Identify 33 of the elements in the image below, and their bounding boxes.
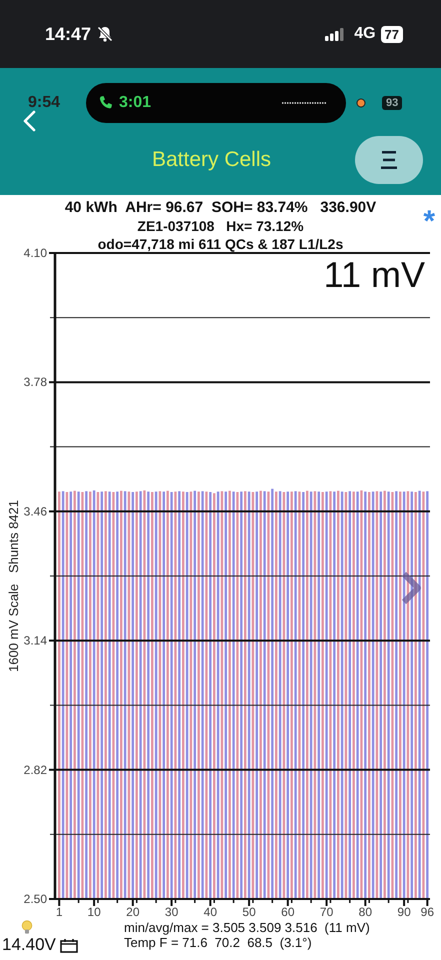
stats-line: min/avg/max = 3.505 3.509 3.516 (11 mV) [123, 920, 370, 935]
call-pill[interactable]: 3:01 [86, 83, 346, 123]
tick-label: 10 [87, 905, 101, 919]
tick-label: 3.14 [24, 634, 47, 648]
axis-title: 1600 mV Scale Shunts 8421 [6, 500, 21, 672]
tick-label: 40 [204, 905, 217, 919]
tick-label: 2.82 [24, 762, 47, 777]
summary-line: ZE1-037108 Hx= 73.12% [137, 217, 304, 235]
tick-label: 50 [242, 905, 256, 919]
tick-label: 30 [164, 905, 178, 919]
temperature-line: Temp F = 71.6 70.2 68.5 (3.1°) [123, 935, 312, 950]
tick-label: 1 [56, 905, 63, 919]
tick-label: 2.50 [24, 892, 47, 906]
tick-label: 20 [126, 905, 140, 919]
network-label: 4G [354, 25, 376, 43]
tick-label: 3.46 [24, 504, 47, 518]
tick-label: 96 [420, 905, 434, 919]
summary-line: odo=47,718 mi 611 QCs & 187 L1/L2s [98, 235, 344, 253]
voltage-reading: 14.40V [2, 936, 56, 954]
tick-label: 60 [281, 905, 294, 919]
tick-label: 70 [320, 905, 334, 919]
asterisk-marker[interactable]: * [423, 209, 435, 235]
tick-label: 90 [397, 905, 411, 919]
tick-label: 80 [358, 905, 372, 919]
screen-title: Battery Cells [150, 148, 272, 172]
tick-label: 3.78 [24, 375, 47, 390]
battery-level: 77 [380, 26, 403, 42]
battery-level: 93 [382, 96, 402, 110]
tick-label: 4.10 [24, 246, 47, 260]
clock-time: 14:47 [45, 24, 92, 44]
chart-annotation: 11 mV [324, 254, 425, 295]
summary-line: 40 kWh AHr= 96.67 SOH= 83.74% 336.90V [64, 199, 376, 217]
overlay-clock: 9:54 [28, 94, 62, 112]
